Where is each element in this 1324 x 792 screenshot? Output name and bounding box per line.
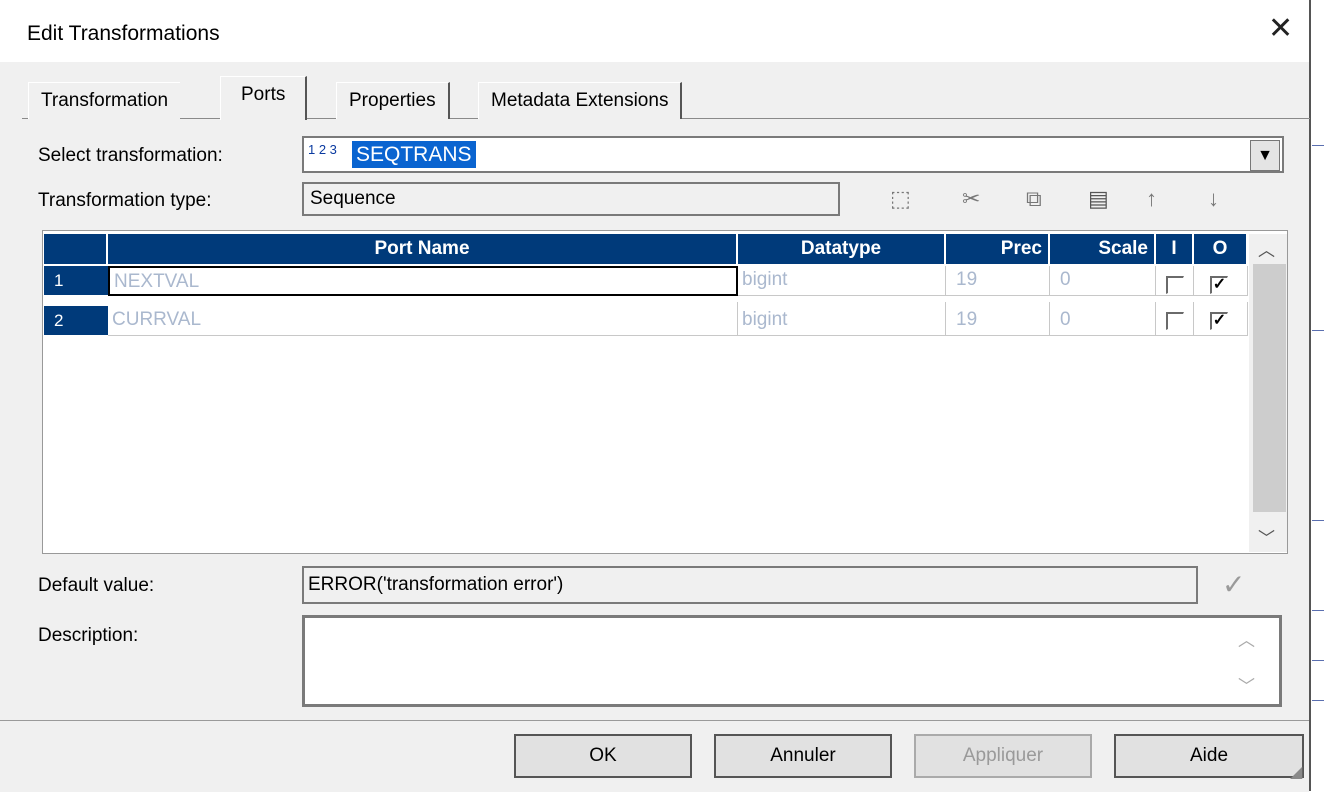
select-transformation-label: Select transformation:	[38, 145, 223, 166]
column-header-prec[interactable]: Prec	[946, 234, 1050, 264]
scroll-up-icon[interactable]: ︿	[1258, 236, 1275, 261]
input-checkbox[interactable]	[1166, 276, 1184, 294]
move-up-icon[interactable]: ↑	[1146, 186, 1157, 212]
selected-transformation: SEQTRANS	[352, 141, 476, 168]
copy-icon[interactable]: ⧉	[1026, 186, 1042, 212]
output-checkbox[interactable]: ✓	[1210, 312, 1228, 330]
cut-icon[interactable]: ✂	[962, 186, 980, 212]
tab-properties[interactable]: Properties	[336, 82, 450, 119]
description-label: Description:	[38, 625, 139, 646]
datatype-cell[interactable]: bigint	[738, 266, 946, 296]
input-checkbox[interactable]	[1166, 312, 1184, 330]
move-down-icon[interactable]: ↓	[1208, 186, 1219, 212]
column-header-input[interactable]: I	[1156, 234, 1194, 264]
scale-cell[interactable]: 0	[1050, 302, 1156, 336]
paste-icon[interactable]: ▤	[1088, 186, 1109, 212]
window-title: Edit Transformations	[27, 22, 220, 45]
strip-tick	[1312, 520, 1324, 521]
row-number[interactable]: 2	[44, 306, 108, 336]
new-port-icon[interactable]: ⬚	[890, 186, 911, 212]
strip-tick	[1312, 700, 1324, 701]
strip-tick	[1312, 145, 1324, 146]
column-header-output[interactable]: O	[1194, 234, 1248, 264]
scroll-down-icon[interactable]: ﹀	[1238, 672, 1255, 697]
tab-transformation[interactable]: Transformation	[28, 82, 181, 119]
row-header-corner	[44, 234, 108, 264]
column-header-datatype[interactable]: Datatype	[738, 234, 946, 264]
close-icon[interactable]: ✕	[1268, 14, 1293, 44]
tab-ports[interactable]: Ports	[220, 76, 308, 120]
strip-tick	[1312, 610, 1324, 611]
checkmark-icon[interactable]: ✓	[1222, 568, 1245, 601]
help-button[interactable]: Aide	[1114, 734, 1304, 778]
strip-tick	[1312, 660, 1324, 661]
select-transformation-dropdown[interactable]: 1 2 3 SEQTRANS ▼	[302, 136, 1284, 173]
transformation-type-field: Sequence	[302, 182, 840, 216]
resize-grip-icon[interactable]: ◢	[1290, 762, 1302, 782]
sequence-icon: 1 2 3	[308, 142, 337, 157]
port-name-cell[interactable]: CURRVAL	[108, 302, 738, 336]
prec-cell[interactable]: 19	[946, 302, 1050, 336]
default-value-label: Default value:	[38, 575, 155, 596]
datatype-cell[interactable]: bigint	[738, 302, 946, 336]
scroll-up-icon[interactable]: ︿	[1238, 626, 1255, 651]
apply-button[interactable]: Appliquer	[914, 734, 1092, 778]
description-textarea[interactable]	[302, 615, 1282, 707]
dropdown-arrow-icon[interactable]: ▼	[1250, 140, 1280, 171]
port-name-cell[interactable]: NEXTVAL	[108, 266, 738, 296]
scale-cell[interactable]: 0	[1050, 266, 1156, 296]
background-strip	[1312, 0, 1324, 791]
output-checkbox[interactable]: ✓	[1210, 276, 1228, 294]
default-value-field[interactable]: ERROR('transformation error')	[302, 566, 1198, 604]
column-header-port-name[interactable]: Port Name	[108, 234, 738, 264]
cancel-button[interactable]: Annuler	[714, 734, 892, 778]
ok-button[interactable]: OK	[514, 734, 692, 778]
tab-metadata-extensions[interactable]: Metadata Extensions	[478, 82, 683, 119]
transformation-type-label: Transformation type:	[38, 190, 212, 211]
scroll-down-icon[interactable]: ﹀	[1258, 524, 1275, 549]
grid-scrollbar-thumb[interactable]	[1253, 264, 1286, 512]
row-number[interactable]: 1	[44, 266, 108, 296]
column-header-scale[interactable]: Scale	[1050, 234, 1156, 264]
strip-tick	[1312, 330, 1324, 331]
prec-cell[interactable]: 19	[946, 266, 1050, 296]
